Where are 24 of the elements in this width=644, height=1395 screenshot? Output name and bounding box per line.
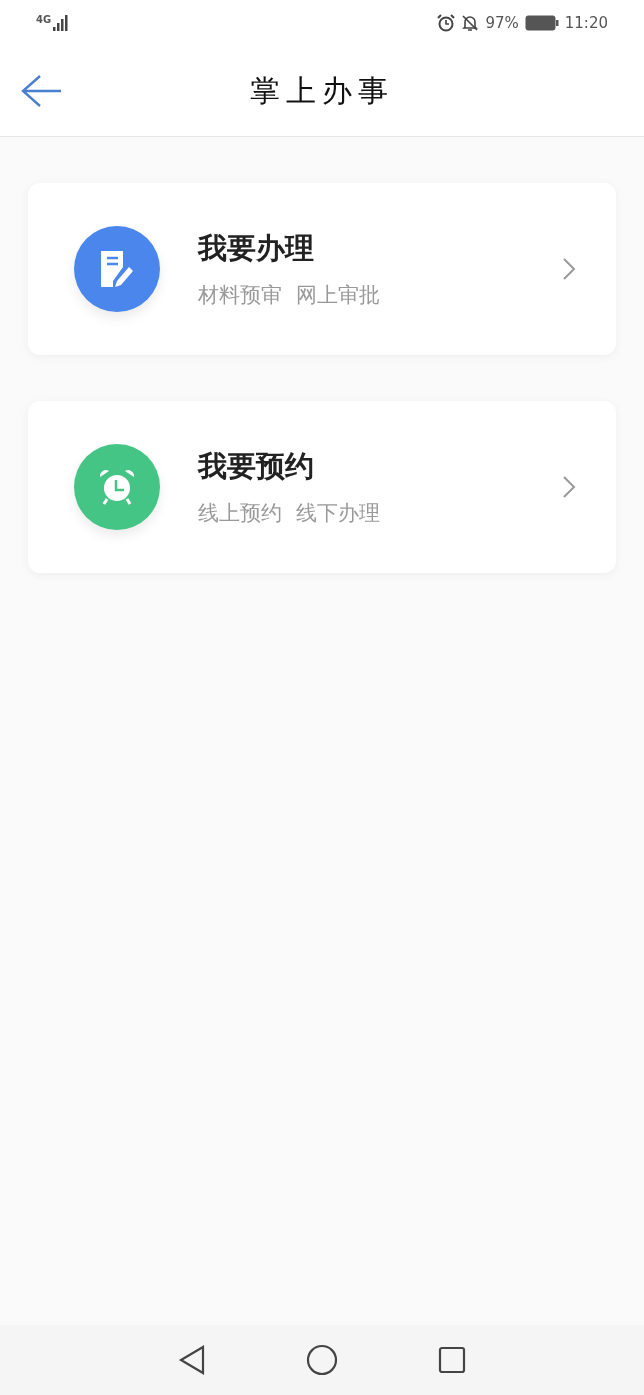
- recents-nav-button[interactable]: [438, 1346, 466, 1374]
- service-card[interactable]: 我要办理 材料预审 网上审批: [28, 183, 616, 355]
- alarm-clock-icon: [97, 467, 137, 507]
- card-subtitle: 线下办理: [296, 500, 380, 527]
- chevron-right-icon: [562, 475, 576, 499]
- card-title: 我要办理: [198, 230, 315, 267]
- signal-icon: [53, 15, 70, 31]
- page-title: 掌上办事: [250, 71, 394, 110]
- back-nav-button[interactable]: [178, 1345, 206, 1375]
- clock-time: 11:20: [564, 14, 608, 32]
- card-subtitle: 材料预审: [198, 282, 282, 309]
- battery-icon: [524, 15, 559, 31]
- back-button[interactable]: [20, 74, 64, 108]
- home-nav-button[interactable]: [306, 1344, 338, 1376]
- card-subtitle: 线上预约: [198, 500, 282, 527]
- card-subtitle: 网上审批: [296, 282, 380, 309]
- chevron-right-icon: [562, 257, 576, 281]
- alarm-icon: [437, 14, 456, 32]
- muted-bell-icon: [461, 14, 480, 32]
- service-card[interactable]: 我要预约 线上预约 线下办理: [28, 401, 616, 573]
- document-edit-icon: [99, 249, 135, 289]
- card-title: 我要预约: [198, 448, 315, 485]
- network-label: 4G: [36, 14, 52, 25]
- battery-percent: 97%: [485, 14, 519, 32]
